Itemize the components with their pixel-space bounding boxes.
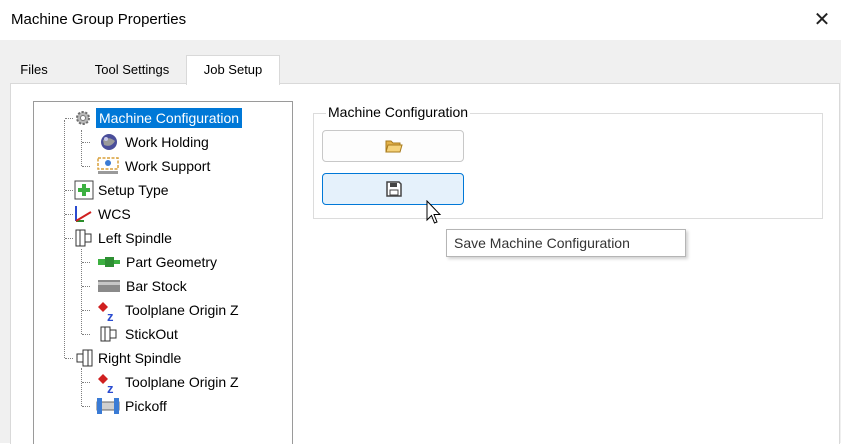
svg-text:z: z [107,309,114,322]
tree-line [81,130,82,166]
part-geometry-icon [97,252,120,272]
tree-line [65,238,73,239]
stickout-icon [99,324,119,344]
setup-tree[interactable] [33,101,293,444]
tree-item-toolplane-origin-z[interactable]: Toolplane Origin Z [125,300,239,320]
tab-files[interactable]: Files [10,58,58,82]
tree-item-work-holding[interactable]: Work Holding [125,132,209,152]
tree-line [82,406,90,407]
tree-item-left-spindle[interactable]: Left Spindle [98,228,172,248]
mouse-pointer-icon [426,200,442,224]
tree-line [64,120,65,358]
spindle-icon [74,228,94,248]
tree-item-work-support[interactable]: Work Support [125,156,210,176]
spindle-icon [74,348,94,368]
work-support-icon [96,156,119,176]
tree-item-toolplane-origin-z-right[interactable]: Toolplane Origin Z [125,372,239,392]
tree-line [82,166,90,167]
toolplane-origin-icon: z [97,372,117,396]
gear-icon [73,108,93,128]
axes-icon [72,204,92,224]
pickoff-icon [96,396,120,416]
tree-line [81,368,82,406]
tree-item-setup-type[interactable]: Setup Type [98,180,169,200]
tree-line [82,382,90,383]
tree-item-bar-stock[interactable]: Bar Stock [126,276,187,296]
toolplane-origin-icon: z [97,300,117,324]
folder-open-icon [385,140,403,153]
bar-stock-icon [97,276,120,296]
tree-item-stickout[interactable]: StickOut [125,324,178,344]
tree-line [65,358,73,359]
tree-line [82,286,90,287]
svg-text:z: z [107,381,114,394]
tree-line [82,262,90,263]
tree-item-right-spindle[interactable]: Right Spindle [98,348,181,368]
tree-item-part-geometry[interactable]: Part Geometry [126,252,217,272]
tree-item-wcs[interactable]: WCS [98,204,131,224]
save-button[interactable] [322,173,464,205]
floppy-disk-icon [386,181,402,197]
window-title: Machine Group Properties [11,11,187,28]
tree-line [65,118,73,119]
tree-line [65,190,73,191]
setup-type-icon [74,180,94,200]
tab-job-setup[interactable]: Job Setup [186,55,280,85]
tree-line [82,142,90,143]
title-bar: Machine Group Properties ✕ [0,0,841,40]
sphere-icon [99,132,119,152]
open-button[interactable] [322,130,464,162]
group-title: Machine Configuration [326,104,471,120]
close-button[interactable]: ✕ [808,6,836,34]
tree-line [82,334,90,335]
tree-item-machine-configuration[interactable]: Machine Configuration [96,108,243,128]
save-tooltip: Save Machine Configuration [446,229,686,257]
tab-tool-settings[interactable]: Tool Settings [80,58,184,82]
tree-item-pickoff[interactable]: Pickoff [125,396,167,416]
tree-line [82,310,90,311]
